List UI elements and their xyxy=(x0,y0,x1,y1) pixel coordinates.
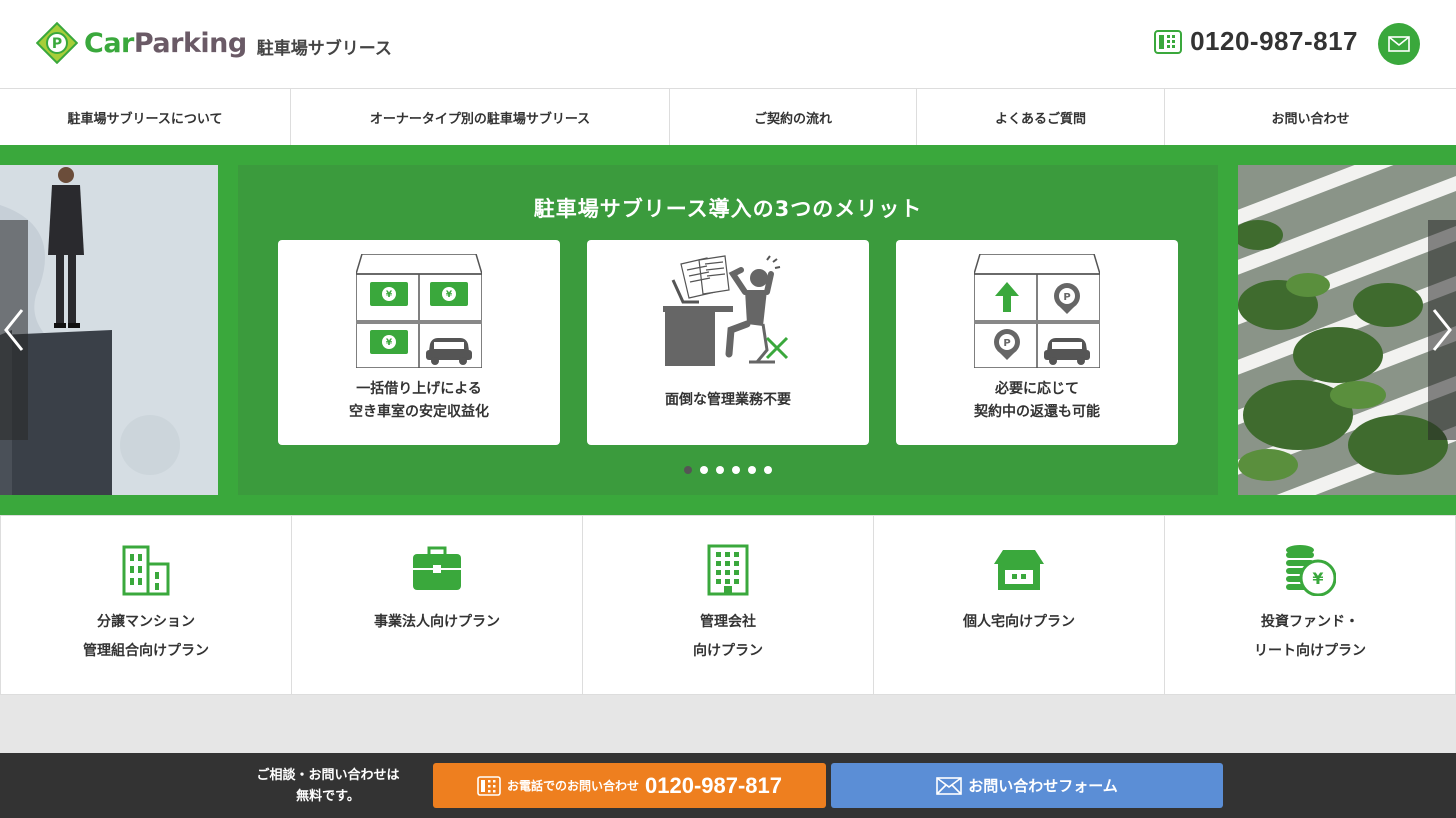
mail-icon xyxy=(1388,36,1410,52)
merit-card-income[interactable]: ¥ ¥ ¥ 一括借り上げによる 空き車室の安定収益化 xyxy=(278,240,560,445)
logo-subtitle: 駐車場サブリース xyxy=(256,38,392,59)
svg-text:¥: ¥ xyxy=(386,290,393,300)
merit-card-return[interactable]: P P 必要に応じて 契約中の返還も可能 xyxy=(896,240,1178,445)
apartment-icon xyxy=(122,545,170,596)
phone-contact-label: お電話でのお問い合わせ xyxy=(506,779,639,793)
header-phone-number: 0120-987-817 xyxy=(1190,26,1358,56)
site-header: P CarParking 駐車場サブリース 0120-987-817 xyxy=(0,0,1456,88)
plan-label: 投資ファンド・ リート向けプラン xyxy=(1165,608,1455,666)
merit-card-line1: 面倒な管理業務不要 xyxy=(665,392,791,408)
contact-form-label: お問い合わせフォーム xyxy=(968,777,1118,795)
svg-text:P: P xyxy=(1063,292,1070,303)
briefcase-icon xyxy=(413,546,461,590)
nav-item-contract-flow[interactable]: ご契約の流れ xyxy=(670,89,917,146)
slider-next-button[interactable] xyxy=(1428,220,1456,440)
contact-form-button[interactable]: お問い合わせフォーム xyxy=(831,763,1223,808)
free-consultation-line2: 無料です。 xyxy=(296,789,360,804)
plan-label-line1: 事業法人向けプラン xyxy=(374,614,500,630)
slider-dot-4[interactable] xyxy=(732,466,740,474)
svg-text:P: P xyxy=(52,36,62,52)
merit-card-line2: 空き車室の安定収益化 xyxy=(349,404,489,420)
merit-card-text: 必要に応じて 契約中の返還も可能 xyxy=(896,378,1178,424)
merit-card-no-management[interactable]: 面倒な管理業務不要 xyxy=(587,240,869,445)
slider-dot-1[interactable] xyxy=(684,466,692,474)
nav-item-faq[interactable]: よくあるご質問 xyxy=(917,89,1165,146)
plan-label: 個人宅向けプラン xyxy=(874,608,1164,637)
logo-parking-text: Parking xyxy=(133,27,247,59)
plan-menu: 分譲マンション 管理組合向けプラン 事業法人向けプラン 管理会社 向けプラン 個… xyxy=(0,515,1456,695)
slider-pagination xyxy=(238,466,1218,474)
next-slide-image xyxy=(1238,165,1456,495)
header-phone[interactable]: 0120-987-817 xyxy=(1154,26,1358,57)
plan-label: 分譲マンション 管理組合向けプラン xyxy=(1,608,291,666)
plan-investment-fund[interactable]: ¥ 投資ファンド・ リート向けプラン xyxy=(1164,516,1456,694)
free-consultation-note: ご相談・お問い合わせは 無料です。 xyxy=(238,765,418,807)
svg-text:¥: ¥ xyxy=(1312,569,1323,588)
plan-management-company[interactable]: 管理会社 向けプラン xyxy=(582,516,873,694)
merit-card-text: 面倒な管理業務不要 xyxy=(587,389,869,412)
plan-label-line1: 個人宅向けプラン xyxy=(963,614,1075,630)
nav-item-owner-types[interactable]: オーナータイプ別の駐車場サブリース xyxy=(291,89,670,146)
parking-logo-icon: P xyxy=(36,22,78,64)
svg-text:¥: ¥ xyxy=(386,338,393,348)
money-parking-icon: ¥ ¥ ¥ xyxy=(356,254,482,368)
slider-prev-button[interactable] xyxy=(0,220,28,440)
office-building-icon xyxy=(707,544,749,596)
phone-icon xyxy=(1154,29,1183,54)
parking-return-icon: P P xyxy=(974,254,1100,368)
plan-label-line1: 分譲マンション xyxy=(97,614,195,630)
nav-item-contact[interactable]: お問い合わせ xyxy=(1165,89,1456,146)
plan-private-house[interactable]: 個人宅向けプラン xyxy=(873,516,1164,694)
plan-label-line2: リート向けプラン xyxy=(1254,643,1366,659)
hero-slider: 駐車場サブリース導入の3つのメリット ¥ ¥ ¥ 一括借り上げによる 空き車室の… xyxy=(0,145,1456,515)
slide-title: 駐車場サブリース導入の3つのメリット xyxy=(533,197,923,221)
footer-cta-bar: ご相談・お問い合わせは 無料です。 お電話でのお問い合わせ 0120-987-8… xyxy=(0,753,1456,818)
phone-contact-button[interactable]: お電話でのお問い合わせ 0120-987-817 xyxy=(433,763,826,808)
plan-label-line2: 向けプラン xyxy=(693,643,763,659)
nav-item-about[interactable]: 駐車場サブリースについて xyxy=(0,89,291,146)
slider-dot-2[interactable] xyxy=(700,466,708,474)
plan-label-line1: 管理会社 xyxy=(700,614,756,630)
header-mail-button[interactable] xyxy=(1378,23,1420,65)
merit-card-text: 一括借り上げによる 空き車室の安定収益化 xyxy=(278,378,560,424)
plan-label-line2: 管理組合向けプラン xyxy=(83,643,209,659)
site-logo[interactable]: P CarParking 駐車場サブリース xyxy=(36,22,392,64)
prev-slide-image xyxy=(0,165,218,495)
svg-text:P: P xyxy=(1003,338,1010,349)
plan-label: 事業法人向けプラン xyxy=(292,608,582,637)
slider-dot-6[interactable] xyxy=(764,466,772,474)
slide-merits: 駐車場サブリース導入の3つのメリット ¥ ¥ ¥ 一括借り上げによる 空き車室の… xyxy=(238,165,1218,495)
slider-dot-5[interactable] xyxy=(748,466,756,474)
content-background xyxy=(0,695,1456,753)
free-consultation-line1: ご相談・お問い合わせは xyxy=(256,768,400,783)
plan-condo-association[interactable]: 分譲マンション 管理組合向けプラン xyxy=(0,516,291,694)
plan-business-corporation[interactable]: 事業法人向けプラン xyxy=(291,516,582,694)
logo-car-text: Car xyxy=(84,27,134,59)
plan-label: 管理会社 向けプラン xyxy=(583,608,873,666)
mail-icon xyxy=(936,776,963,795)
phone-icon xyxy=(477,775,501,796)
businessman-photo xyxy=(0,165,218,495)
yen-coins-icon: ¥ xyxy=(1286,545,1336,596)
phone-contact-number: 0120-987-817 xyxy=(645,772,783,798)
slider-dot-3[interactable] xyxy=(716,466,724,474)
garden-lattice-photo xyxy=(1238,165,1456,495)
merit-card-line1: 必要に応じて xyxy=(995,381,1079,397)
logo-wordmark: CarParking xyxy=(84,28,247,59)
plan-label-line1: 投資ファンド・ xyxy=(1261,614,1359,630)
merit-card-line1: 一括借り上げによる xyxy=(356,381,482,397)
chevron-right-icon xyxy=(1432,309,1452,351)
house-icon xyxy=(994,550,1044,590)
stressed-worker-icon xyxy=(663,255,789,366)
svg-text:¥: ¥ xyxy=(446,290,453,300)
chevron-left-icon xyxy=(4,309,24,351)
global-nav: 駐車場サブリースについて オーナータイプ別の駐車場サブリース ご契約の流れ よく… xyxy=(0,88,1456,146)
merit-card-line2: 契約中の返還も可能 xyxy=(974,404,1100,420)
